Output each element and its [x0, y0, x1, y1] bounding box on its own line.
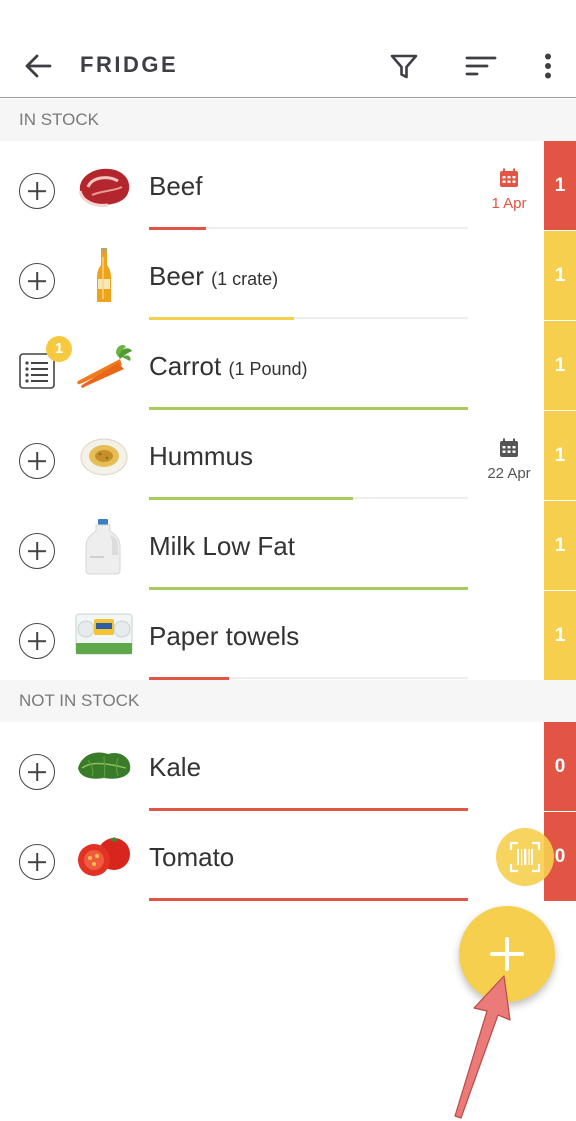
milk-jug-image — [85, 519, 121, 575]
list-item[interactable]: Paper towels 1 — [0, 591, 576, 681]
stock-level-bar — [149, 406, 468, 410]
barcode-scan-icon — [509, 841, 541, 873]
app-header: FRIDGE — [0, 0, 576, 98]
item-name: Milk Low Fat — [149, 531, 295, 561]
add-to-list-icon[interactable] — [19, 443, 55, 479]
item-name: Tomato — [149, 842, 235, 872]
stock-level-fill — [149, 897, 468, 901]
list-count-badge: 1 — [46, 336, 72, 362]
paper-towels-image — [75, 613, 133, 655]
add-to-list-icon[interactable] — [19, 844, 55, 880]
filter-button[interactable] — [384, 46, 424, 86]
plus-icon — [490, 937, 524, 971]
list-item[interactable]: 1 Carrot (1 Pound) 1 — [0, 321, 576, 411]
more-options-button[interactable] — [532, 46, 564, 86]
calendar-icon — [500, 438, 518, 457]
list-item[interactable]: Hummus 22 Apr 1 — [0, 411, 576, 501]
add-to-list-icon[interactable] — [19, 263, 55, 299]
page-title: FRIDGE — [80, 52, 179, 77]
add-to-list-icon[interactable] — [19, 754, 55, 790]
filter-icon — [390, 54, 418, 79]
stock-level-fill — [149, 807, 468, 811]
annotation-arrow — [454, 975, 511, 1119]
add-to-list-icon[interactable] — [19, 533, 55, 569]
count-badge[interactable]: 1 — [544, 501, 576, 590]
expiry-date: 22 Apr — [487, 465, 531, 482]
stock-level-bar — [149, 316, 468, 320]
list-item[interactable]: Beer (1 crate) 1 — [0, 231, 576, 321]
list-item[interactable]: Beef 1 Apr 1 — [0, 141, 576, 231]
add-to-list-icon[interactable] — [19, 173, 55, 209]
stock-level-bar — [149, 586, 468, 590]
stock-level-fill — [149, 406, 468, 410]
section-header-not-in-stock: NOT IN STOCK — [0, 680, 576, 722]
count-badge[interactable]: 1 — [544, 321, 576, 410]
expiry-date: 1 Apr — [491, 195, 527, 212]
section-header-in-stock: IN STOCK — [0, 99, 576, 141]
count-badge[interactable]: 0 — [544, 722, 576, 811]
count-badge[interactable]: 1 — [544, 411, 576, 500]
section-label: IN STOCK — [19, 110, 99, 129]
tomato-image — [78, 837, 130, 876]
item-name: Beer (1 crate) — [149, 261, 279, 291]
item-name: Hummus — [149, 441, 254, 471]
stock-level-fill — [149, 316, 294, 320]
stock-level-bar — [149, 496, 468, 500]
section-label: NOT IN STOCK — [19, 691, 140, 710]
stock-level-bar — [149, 807, 468, 811]
stock-level-bar — [149, 897, 468, 901]
stock-level-bar — [149, 676, 468, 680]
sort-button[interactable] — [460, 46, 502, 86]
list-item[interactable]: Tomato 0 — [0, 812, 576, 902]
count-badge[interactable]: 1 — [544, 231, 576, 320]
item-name: Beef — [149, 171, 203, 201]
stock-level-fill — [149, 586, 468, 590]
item-name: Carrot (1 Pound) — [149, 351, 308, 381]
stock-level-bar — [149, 226, 468, 230]
arrow-left-icon — [25, 54, 52, 78]
hummus-image — [80, 438, 128, 476]
count-badge[interactable]: 1 — [544, 141, 576, 230]
back-button[interactable] — [18, 46, 58, 86]
beer-bottle-image — [97, 248, 111, 302]
kale-image — [78, 752, 131, 779]
count-badge[interactable]: 1 — [544, 591, 576, 680]
list-item[interactable]: Milk Low Fat 1 — [0, 501, 576, 591]
sort-icon — [465, 56, 497, 76]
list-item[interactable]: Kale 0 — [0, 722, 576, 812]
calendar-icon — [500, 168, 518, 187]
more-vert-icon — [545, 53, 551, 79]
barcode-scan-button[interactable] — [496, 828, 554, 886]
stock-level-fill — [149, 226, 206, 230]
item-name: Paper towels — [149, 621, 300, 651]
item-name: Kale — [149, 752, 202, 782]
carrot-image — [77, 345, 132, 388]
stock-level-fill — [149, 496, 353, 500]
add-to-list-icon[interactable] — [19, 623, 55, 659]
beef-image — [78, 168, 130, 207]
